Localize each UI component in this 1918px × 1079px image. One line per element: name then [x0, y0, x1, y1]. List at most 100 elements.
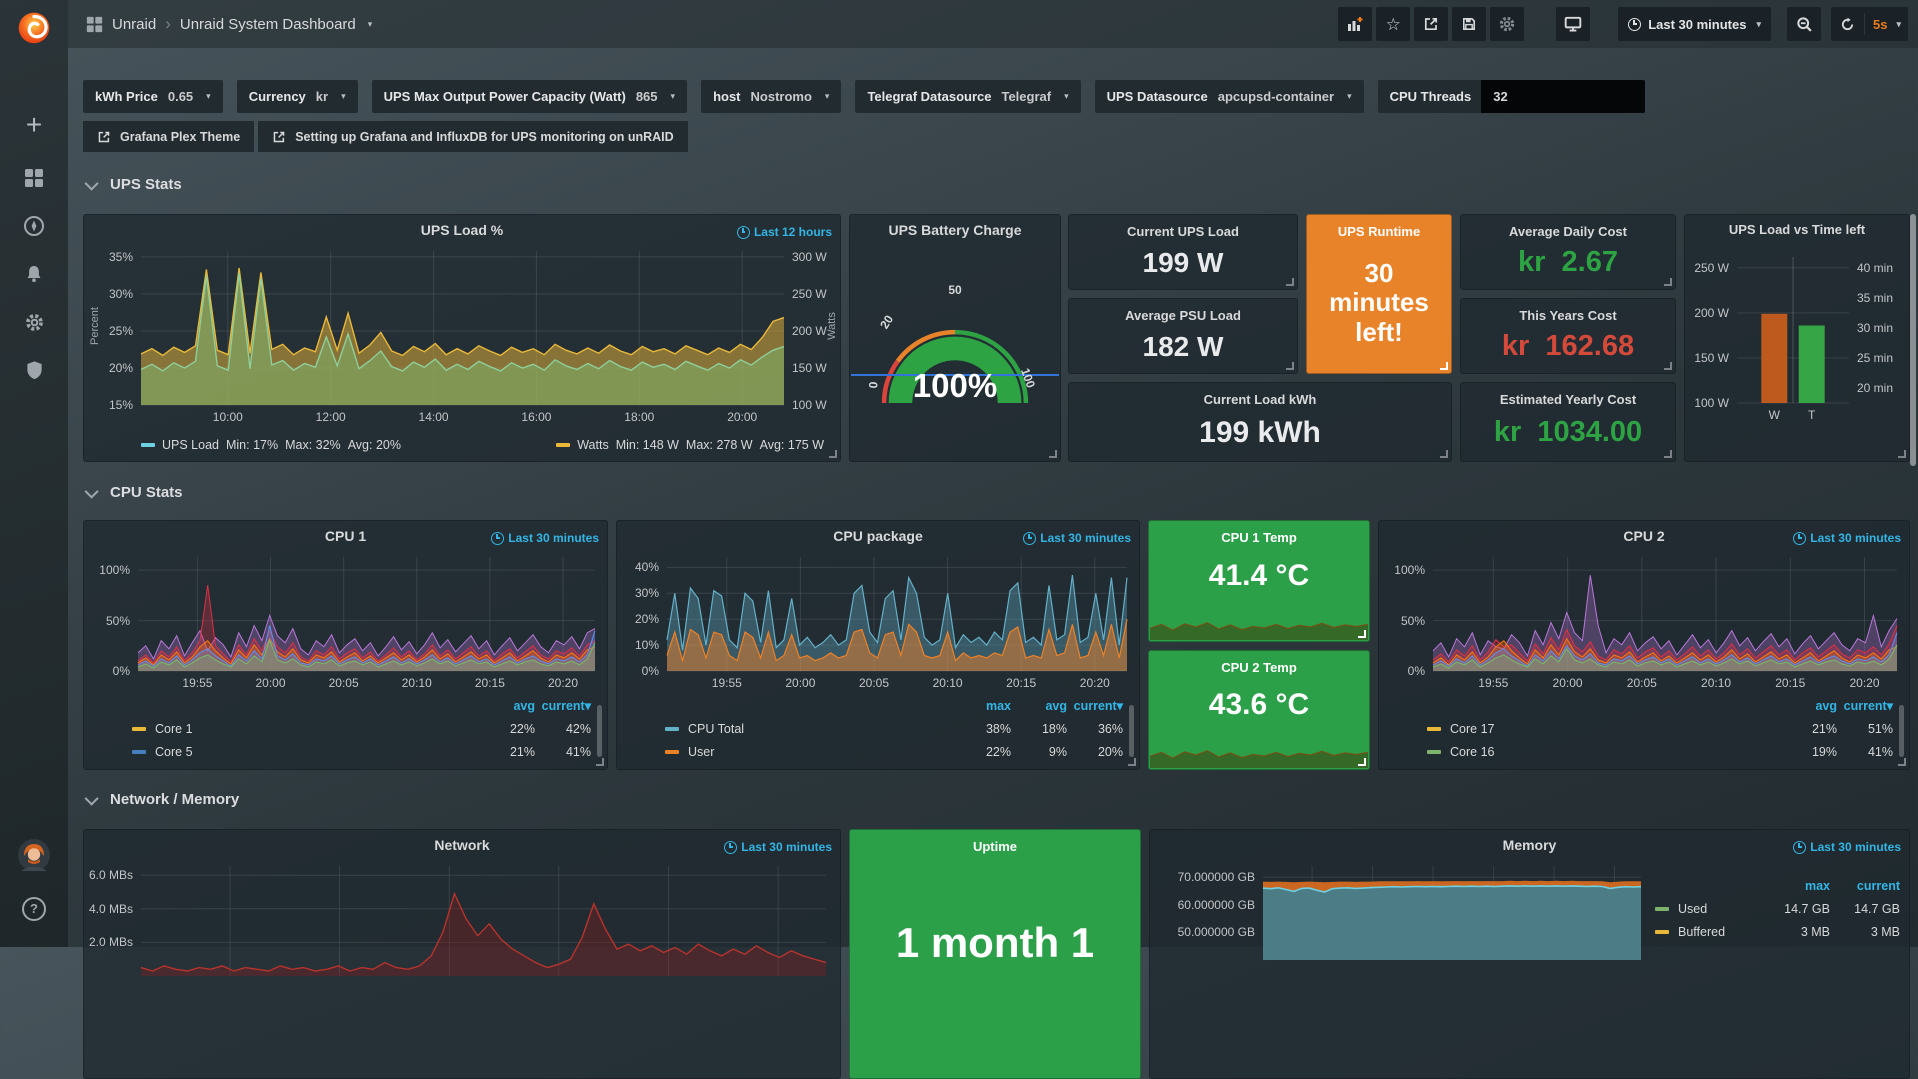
stat-title[interactable]: UPS Runtime — [1307, 224, 1451, 239]
resize-handle[interactable] — [1128, 758, 1136, 766]
refresh-icon[interactable] — [1831, 17, 1864, 32]
legend-item-core-16[interactable]: Core 1619%41% — [1427, 740, 1893, 763]
dashboard-settings-button[interactable] — [1490, 7, 1524, 41]
legend-item-cpu-total[interactable]: CPU Total38%18%36% — [665, 717, 1123, 740]
panel-title[interactable]: UPS Battery Charge — [850, 222, 1060, 238]
legend-scrollbar[interactable] — [1899, 705, 1904, 757]
zoom-out-button[interactable] — [1787, 7, 1821, 41]
grafana-logo[interactable] — [0, 6, 68, 53]
legend-scrollbar[interactable] — [597, 705, 602, 757]
ups-load-chart[interactable]: 10:0012:0014:0016:0018:0020:0035%30%25%2… — [141, 251, 784, 405]
resize-handle[interactable] — [1286, 362, 1294, 370]
legend-sort-current[interactable]: current▾ — [535, 698, 591, 713]
user-avatar[interactable] — [0, 838, 68, 877]
resize-handle[interactable] — [829, 450, 837, 458]
stat-title[interactable]: CPU 2 Temp — [1149, 660, 1369, 675]
resize-handle[interactable] — [1664, 362, 1672, 370]
legend-sort-current[interactable]: current▾ — [1837, 698, 1893, 713]
section-ups-stats[interactable]: UPS Stats — [88, 176, 182, 193]
stat-value: 1 month 1 — [850, 919, 1140, 967]
resize-handle[interactable] — [1440, 450, 1448, 458]
alerting-bell-icon[interactable] — [0, 264, 68, 289]
legend-sort-current[interactable]: current — [1830, 879, 1900, 893]
x-tick: 20:10 — [1701, 676, 1731, 690]
resize-handle[interactable] — [1440, 362, 1448, 370]
variable-kwh-price[interactable]: kWh Price0.65▾ — [83, 80, 223, 113]
section-cpu-stats[interactable]: CPU Stats — [88, 484, 183, 501]
cpu2-chart[interactable]: 19:5520:0020:0520:1020:1520:20100%50%0% — [1433, 557, 1897, 671]
legend-sort-current[interactable]: current▾ — [1067, 698, 1123, 713]
refresh-interval-label[interactable]: 5s — [1865, 17, 1893, 32]
share-button[interactable] — [1414, 7, 1448, 41]
resize-handle[interactable] — [1664, 278, 1672, 286]
dashboards-icon[interactable] — [0, 168, 68, 193]
legend-scrollbar[interactable] — [1129, 705, 1134, 757]
resize-handle[interactable] — [1358, 758, 1366, 766]
legend-sort-avg[interactable]: avg — [1011, 699, 1067, 713]
resize-handle[interactable] — [1898, 758, 1906, 766]
variable-telegraf-datasource[interactable]: Telegraf DatasourceTelegraf▾ — [855, 80, 1080, 113]
stat-title[interactable]: Average PSU Load — [1069, 308, 1297, 323]
resize-handle[interactable] — [1358, 630, 1366, 638]
legend-sort-max[interactable]: max — [1760, 879, 1830, 893]
create-icon[interactable]: + — [0, 115, 68, 139]
help-icon[interactable]: ? — [0, 897, 68, 921]
variable-cpu-threads[interactable]: CPU Threads32 — [1378, 80, 1646, 113]
resize-handle[interactable] — [1898, 450, 1906, 458]
star-button[interactable]: ☆ — [1376, 7, 1410, 41]
network-chart[interactable]: 6.0 MBs4.0 MBs2.0 MBs — [141, 866, 826, 976]
stat-title[interactable]: Estimated Yearly Cost — [1461, 392, 1675, 407]
legend-sort-avg[interactable]: avg — [479, 699, 535, 713]
resize-handle[interactable] — [596, 758, 604, 766]
add-panel-button[interactable] — [1338, 7, 1372, 41]
series-color-swatch — [1427, 750, 1441, 754]
variable-ups-datasource[interactable]: UPS Datasourceapcupsd-container▾ — [1095, 80, 1364, 113]
legend-item-core-5[interactable]: Core 521%41% — [132, 740, 591, 763]
breadcrumb-app[interactable]: Unraid — [112, 16, 156, 33]
time-range-picker[interactable]: Last 30 minutes ▾ — [1618, 7, 1771, 41]
legend-item-used[interactable]: Used14.7 GB14.7 GB — [1655, 897, 1900, 920]
cycle-view-button[interactable] — [1556, 7, 1590, 41]
stat-title[interactable]: This Years Cost — [1461, 308, 1675, 323]
variable-currency[interactable]: Currencykr▾ — [237, 80, 358, 113]
legend-item-ups-load[interactable]: UPS LoadMin: 17%Max: 32%Avg: 20% — [141, 438, 401, 452]
stat-title[interactable]: Current UPS Load — [1069, 224, 1297, 239]
legend-item-buffered[interactable]: Buffered3 MB3 MB — [1655, 920, 1900, 943]
dashboard-link-setting-up-grafana-and-influxdb-for-ups-monitoring-on-unraid[interactable]: Setting up Grafana and InfluxDB for UPS … — [258, 121, 687, 152]
panel-title[interactable]: UPS Load vs Time left — [1685, 222, 1909, 237]
panel-est-yearly-cost: Estimated Yearly Cost kr 1034.00 — [1460, 382, 1676, 462]
ups-bar-chart[interactable]: 250 W200 W150 W100 W40 min35 min30 min25… — [1737, 257, 1849, 403]
panel-title[interactable]: UPS Load % — [84, 222, 840, 238]
legend-item-user[interactable]: User22%9%20% — [665, 740, 1123, 763]
admin-shield-icon[interactable] — [0, 360, 68, 386]
resize-handle[interactable] — [1049, 450, 1057, 458]
cpu-package-chart[interactable]: 19:5520:0020:0520:1020:1520:2040%30%20%1… — [667, 557, 1127, 671]
resize-handle[interactable] — [1664, 450, 1672, 458]
legend-item-core-17[interactable]: Core 1721%51% — [1427, 717, 1893, 740]
apps-grid-icon[interactable] — [86, 16, 103, 33]
memory-chart[interactable]: 70.000000 GB60.000000 GB50.000000 GB — [1263, 866, 1641, 960]
dashboard-link-grafana-plex-theme[interactable]: Grafana Plex Theme — [83, 121, 254, 152]
cpu1-chart[interactable]: 19:5520:0020:0520:1020:1520:20100%50%0% — [138, 557, 595, 671]
stat-title[interactable]: Average Daily Cost — [1461, 224, 1675, 239]
stat-title[interactable]: Current Load kWh — [1069, 392, 1451, 407]
explore-compass-icon[interactable] — [0, 215, 68, 242]
configuration-gear-icon[interactable] — [0, 312, 68, 338]
legend-item-watts[interactable]: WattsMin: 148 WMax: 278 WAvg: 175 W — [556, 438, 824, 452]
page-scrollbar[interactable] — [1910, 214, 1916, 466]
dropdown-caret-icon: ▾ — [203, 91, 211, 102]
legend-sort-avg[interactable]: avg — [1781, 699, 1837, 713]
stat-title[interactable]: CPU 1 Temp — [1149, 530, 1369, 545]
section-network-memory[interactable]: Network / Memory — [88, 791, 239, 808]
save-button[interactable] — [1452, 7, 1486, 41]
variable-ups-max-output-power-capacity-watt[interactable]: UPS Max Output Power Capacity (Watt)865▾ — [372, 80, 687, 113]
variable-host[interactable]: hostNostromo▾ — [701, 80, 841, 113]
variable-input[interactable]: 32 — [1481, 80, 1645, 113]
stat-title[interactable]: Uptime — [850, 839, 1140, 854]
legend-item-core-1[interactable]: Core 122%42% — [132, 717, 591, 740]
title-caret-icon[interactable]: ▾ — [365, 19, 373, 30]
resize-handle[interactable] — [1286, 278, 1294, 286]
legend-sort-max[interactable]: max — [955, 699, 1011, 713]
refresh-picker[interactable]: 5s ▾ — [1831, 7, 1908, 41]
dashboard-title[interactable]: Unraid System Dashboard — [180, 16, 356, 33]
